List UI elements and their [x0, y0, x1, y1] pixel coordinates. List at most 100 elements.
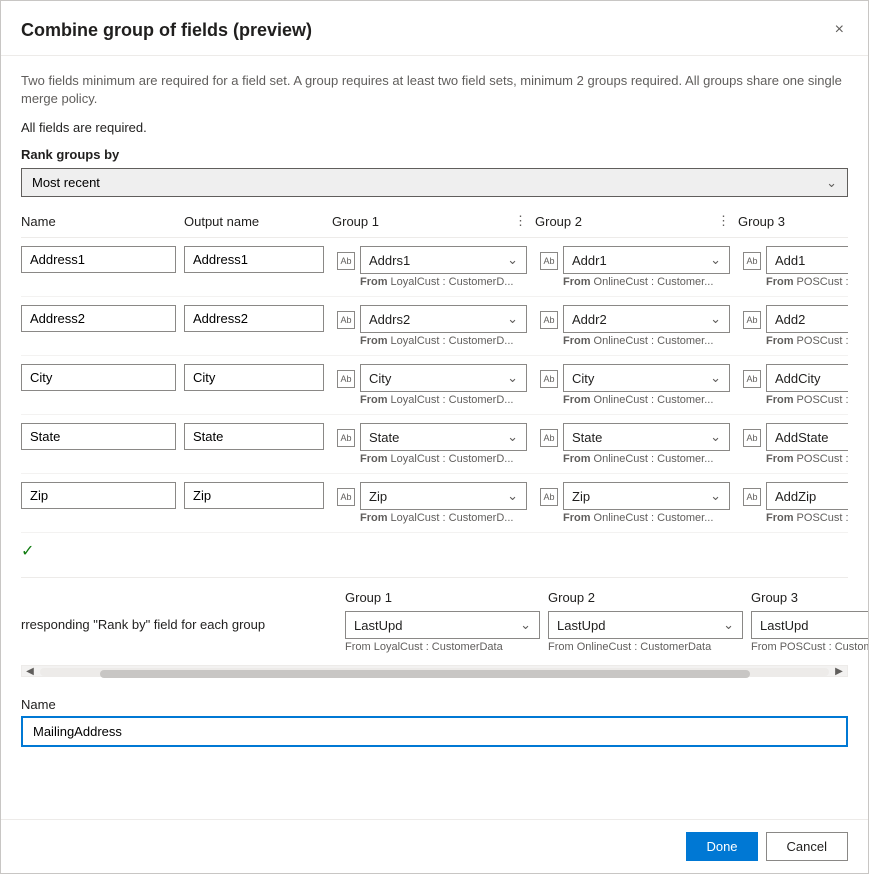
group1-from: From LoyalCust : CustomerD...	[360, 274, 527, 288]
group1-icon-square: Ab	[337, 311, 355, 329]
scrollbar-thumb[interactable]	[100, 670, 750, 678]
group3-val: AddState	[775, 430, 829, 445]
group1-icon: Ab	[332, 305, 360, 329]
scrollbar-track	[40, 668, 829, 676]
group3-icon: Ab	[738, 482, 766, 506]
group2-dropdown[interactable]: City	[563, 364, 730, 392]
rows-container: Ab Addrs1 From LoyalCust : CustomerD... …	[21, 238, 848, 533]
group2-dropdown[interactable]: Zip	[563, 482, 730, 510]
group2-dropdown-wrap: Addr1 From OnlineCust : Customer...	[563, 246, 730, 288]
bottom-group1-header: Group 1	[345, 590, 540, 605]
field-output-input[interactable]	[184, 305, 324, 332]
group3-icon-square: Ab	[743, 429, 761, 447]
group2-from: From OnlineCust : Customer...	[563, 510, 730, 524]
group3-dropdown[interactable]: AddZip	[766, 482, 848, 510]
bottom-group2-dropdown[interactable]: LastUpd	[548, 611, 743, 639]
group2-icon-square: Ab	[540, 488, 558, 506]
group3-from: From POSCust : Custo	[766, 451, 848, 465]
group1-dropdown[interactable]: City	[360, 364, 527, 392]
group1-icon: Ab	[332, 246, 360, 270]
group1-dropdown[interactable]: Addrs1	[360, 246, 527, 274]
group3-from: From POSCust : Custo	[766, 510, 848, 524]
dialog-body: Two fields minimum are required for a fi…	[1, 56, 868, 819]
cancel-button[interactable]: Cancel	[766, 832, 848, 861]
group3-icon: Ab	[738, 423, 766, 447]
group3-val: Add1	[775, 253, 805, 268]
rank-select-wrapper[interactable]: Most recent	[21, 168, 848, 197]
group3-dropdown-wrap: Add1 From POSCust : Custo	[766, 246, 848, 288]
group1-dropdown[interactable]: Zip	[360, 482, 527, 510]
col-group3-header: Group 3	[738, 214, 848, 229]
rank-row: rresponding "Rank by" field for each gro…	[21, 611, 848, 653]
bottom-group1-from: From LoyalCust : CustomerData	[345, 639, 540, 653]
group2-icon-square: Ab	[540, 429, 558, 447]
group3-cell: Ab Add2 From POSCust : Custo	[738, 305, 848, 347]
group2-dropdown[interactable]: State	[563, 423, 730, 451]
field-output-input[interactable]	[184, 423, 324, 450]
group1-dropdown-wrap: City From LoyalCust : CustomerD...	[360, 364, 527, 406]
group2-icon: Ab	[535, 246, 563, 270]
group2-icon: Ab	[535, 364, 563, 388]
required-note: All fields are required.	[21, 120, 848, 135]
group1-icon: Ab	[332, 482, 360, 506]
horizontal-scrollbar[interactable]: ◀ ▶	[21, 665, 848, 677]
group3-dropdown[interactable]: AddState	[766, 423, 848, 451]
group2-dropdown[interactable]: Addr1	[563, 246, 730, 274]
field-output-input[interactable]	[184, 246, 324, 273]
dialog-title: Combine group of fields (preview)	[21, 20, 312, 41]
group2-icon-square: Ab	[540, 370, 558, 388]
group2-cell: Ab Addr2 From OnlineCust : Customer...	[535, 305, 730, 347]
field-name-input[interactable]	[21, 423, 176, 450]
group3-dropdown-wrap: AddZip From POSCust : Custo	[766, 482, 848, 524]
group3-icon: Ab	[738, 305, 766, 329]
bottom-group1-val: LastUpd	[354, 618, 402, 633]
group1-dropdown-wrap: State From LoyalCust : CustomerD...	[360, 423, 527, 465]
field-output-input[interactable]	[184, 364, 324, 391]
group1-from: From LoyalCust : CustomerD...	[360, 510, 527, 524]
group3-dropdown-wrap: Add2 From POSCust : Custo	[766, 305, 848, 347]
name-input[interactable]	[21, 716, 848, 747]
close-button[interactable]: ×	[831, 17, 848, 43]
dialog-header: Combine group of fields (preview) ×	[1, 1, 868, 56]
col-group3-label: Group 3	[738, 214, 785, 229]
done-button[interactable]: Done	[686, 832, 757, 861]
group1-dropdown[interactable]: State	[360, 423, 527, 451]
bottom-group2-cell: LastUpd From OnlineCust : CustomerData	[548, 611, 743, 653]
group2-icon: Ab	[535, 305, 563, 329]
group3-dropdown[interactable]: Add1	[766, 246, 848, 274]
group3-val: AddZip	[775, 489, 816, 504]
group3-cell: Ab Add1 From POSCust : Custo	[738, 246, 848, 288]
field-name-input[interactable]	[21, 305, 176, 332]
bottom-group3-val: LastUpd	[760, 618, 808, 633]
field-name-input[interactable]	[21, 482, 176, 509]
checkmark-area: ✓	[21, 533, 848, 569]
scroll-left-icon[interactable]: ◀	[22, 665, 38, 677]
group1-val: City	[369, 371, 391, 386]
col-group2-label: Group 2	[535, 214, 582, 229]
bottom-section: Group 1 Group 2 Group 3 rresponding "Ran…	[21, 577, 848, 653]
rank-label: Rank groups by	[21, 147, 848, 162]
bottom-group2-header: Group 2	[548, 590, 743, 605]
group2-cell: Ab State From OnlineCust : Customer...	[535, 423, 730, 465]
group1-val: Zip	[369, 489, 387, 504]
scroll-right-icon[interactable]: ▶	[831, 665, 847, 677]
table-row: Ab City From LoyalCust : CustomerD... Ab…	[21, 356, 848, 415]
group2-more-icon[interactable]: ⋮	[717, 213, 730, 229]
group1-val: State	[369, 430, 399, 445]
rank-select[interactable]: Most recent	[22, 169, 847, 196]
bottom-group3-dropdown[interactable]: LastUpd	[751, 611, 868, 639]
group1-dropdown-wrap: Zip From LoyalCust : CustomerD...	[360, 482, 527, 524]
group1-dropdown-wrap: Addrs2 From LoyalCust : CustomerD...	[360, 305, 527, 347]
field-output-input[interactable]	[184, 482, 324, 509]
field-name-input[interactable]	[21, 364, 176, 391]
bottom-group1-dropdown[interactable]: LastUpd	[345, 611, 540, 639]
group3-dropdown[interactable]: Add2	[766, 305, 848, 333]
bottom-group2-val: LastUpd	[557, 618, 605, 633]
rank-row-label: rresponding "Rank by" field for each gro…	[21, 611, 337, 632]
group1-more-icon[interactable]: ⋮	[514, 213, 527, 229]
group1-from: From LoyalCust : CustomerD...	[360, 333, 527, 347]
field-name-input[interactable]	[21, 246, 176, 273]
group1-dropdown[interactable]: Addrs2	[360, 305, 527, 333]
group2-dropdown[interactable]: Addr2	[563, 305, 730, 333]
group3-dropdown[interactable]: AddCity	[766, 364, 848, 392]
